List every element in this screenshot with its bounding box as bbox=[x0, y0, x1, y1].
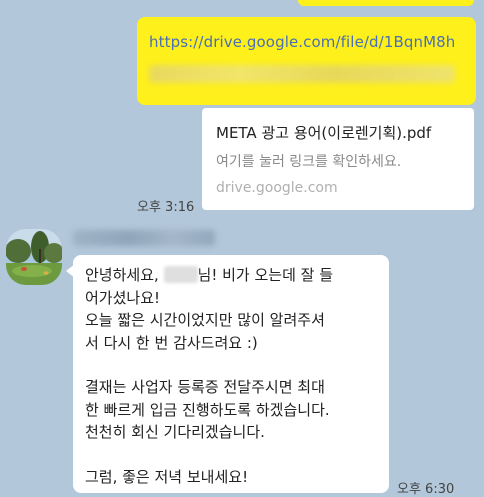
received-timestamp: 오후 6:30 bbox=[397, 482, 455, 497]
preview-title: META 광고 용어(이로렌기획).pdf bbox=[216, 124, 432, 142]
preview-description: 여기를 눌러 링크를 확인하세요. bbox=[216, 154, 402, 170]
avatar[interactable] bbox=[6, 229, 62, 285]
message-line: 한 빠르게 입금 진행하도록 하겠습니다. bbox=[85, 400, 330, 419]
received-message-bubble[interactable]: 안녕하세요, 님! 비가 오는데 잘 들 어가셨나요! 오늘 짧은 시간이었지만… bbox=[73, 255, 389, 493]
message-closing: 그럼, 좋은 저녁 보내세요! bbox=[85, 467, 249, 486]
previous-message-bubble bbox=[298, 0, 474, 6]
message-line: 안녕하세요, 님! 비가 오는데 잘 들 bbox=[85, 264, 377, 287]
message-line: 어가셨나요! bbox=[85, 288, 161, 307]
message-line: 오늘 짧은 시간이었지만 많이 알려주셔 bbox=[85, 311, 325, 329]
redacted-text bbox=[149, 65, 455, 83]
link-preview-card[interactable]: META 광고 용어(이로렌기획).pdf 여기를 눌러 링크를 확인하세요. … bbox=[202, 108, 474, 210]
redacted-name bbox=[163, 266, 198, 283]
message-line: 서 다시 한 번 감사드려요 :) bbox=[85, 333, 258, 352]
avatar-photo bbox=[6, 229, 62, 285]
message-line: 천천히 회신 기다리겠습니다. bbox=[85, 423, 265, 441]
preview-domain: drive.google.com bbox=[216, 180, 338, 196]
sent-link-bubble[interactable]: https://drive.google.com/file/d/1BqnM8h bbox=[137, 17, 476, 105]
greeting-text: 안녕하세요, bbox=[85, 266, 164, 284]
drive-link[interactable]: https://drive.google.com/file/d/1BqnM8h bbox=[149, 33, 464, 51]
greeting-text-continued: 님! 비가 오는데 잘 들 bbox=[197, 266, 334, 284]
redacted-sender-name bbox=[73, 230, 215, 246]
sent-timestamp: 오후 3:16 bbox=[137, 200, 195, 215]
message-line: 결재는 사업자 등록증 전달주시면 최대 bbox=[85, 378, 325, 396]
